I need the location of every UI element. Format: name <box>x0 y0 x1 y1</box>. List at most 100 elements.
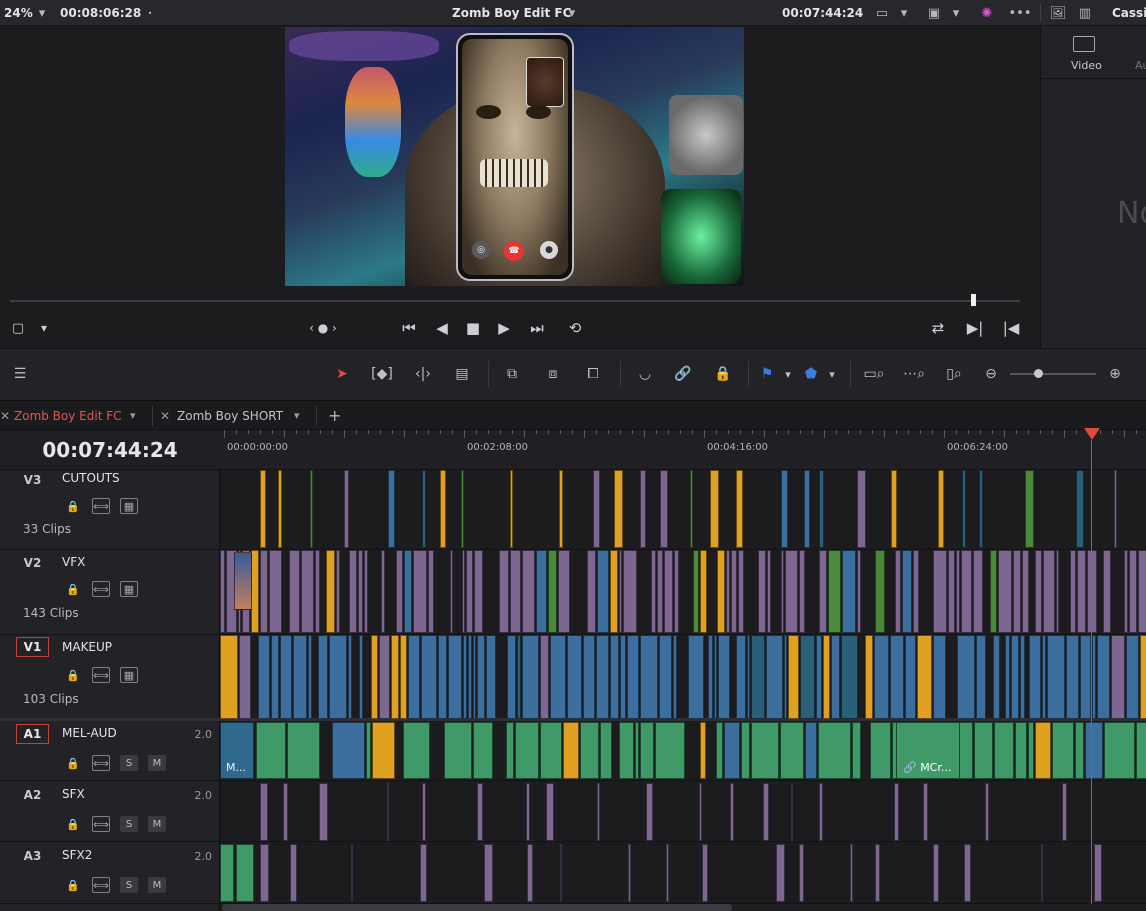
timeline-clip[interactable] <box>1087 550 1097 633</box>
timeline-clip[interactable] <box>379 635 390 719</box>
timeline-clip[interactable] <box>831 635 840 719</box>
inspector-panel-icon[interactable]: ▥ <box>1074 3 1096 23</box>
timeline-clip[interactable] <box>448 635 462 719</box>
timeline-clip[interactable] <box>979 470 983 548</box>
timeline-clip[interactable] <box>548 550 557 633</box>
auto-select-icon[interactable]: ⟺ <box>92 877 110 893</box>
audio-clip[interactable] <box>260 844 269 902</box>
track-id[interactable]: V2 <box>16 553 49 573</box>
timeline-clip[interactable] <box>499 550 509 633</box>
replace-clip-icon[interactable]: ⧠ <box>576 361 610 387</box>
timeline-clip[interactable] <box>664 550 673 633</box>
timeline-clip[interactable] <box>1035 550 1042 633</box>
audio-clip[interactable] <box>422 783 426 841</box>
audio-clip[interactable] <box>484 844 493 902</box>
track-header-a3[interactable]: A3 SFX2 2.0 🔒 ⟺ S M <box>0 842 220 904</box>
user-name[interactable]: Cassi <box>1112 6 1146 20</box>
track-name[interactable]: SFX <box>62 787 85 801</box>
timeline-clip[interactable] <box>804 470 810 548</box>
zoom-slider[interactable] <box>1010 373 1096 375</box>
audio-clip[interactable] <box>799 844 804 902</box>
timeline-clip[interactable] <box>536 550 547 633</box>
audio-clip[interactable] <box>780 722 804 779</box>
full-extent-zoom-icon[interactable]: ▭⌕ <box>858 361 890 387</box>
timeline-clip[interactable] <box>1066 635 1079 719</box>
timeline-clip[interactable] <box>1013 550 1021 633</box>
audio-clip[interactable] <box>619 722 634 779</box>
timeline-clip[interactable] <box>620 635 626 719</box>
mark-out-icon[interactable]: |◀ <box>1000 318 1022 338</box>
timeline-clip[interactable] <box>278 470 282 548</box>
track-id[interactable]: V3 <box>16 470 49 490</box>
timeline-clip[interactable] <box>708 635 713 719</box>
timeline-clip[interactable] <box>874 635 889 719</box>
audio-clip[interactable] <box>1075 722 1084 779</box>
timeline-clip[interactable] <box>421 635 437 719</box>
timeline-clip[interactable] <box>1092 635 1096 719</box>
auto-select-icon[interactable]: ⟺ <box>92 498 110 514</box>
auto-select-icon[interactable]: ⟺ <box>92 755 110 771</box>
timeline-clip[interactable] <box>816 635 822 719</box>
track-name[interactable]: CUTOUTS <box>62 471 120 485</box>
playhead[interactable] <box>1091 440 1092 904</box>
timeline-clip[interactable] <box>640 470 646 548</box>
timeline-clip[interactable] <box>359 635 363 719</box>
audio-clip[interactable] <box>923 783 928 841</box>
audio-clip[interactable] <box>506 722 514 779</box>
snapping-icon[interactable]: ◡ <box>632 361 658 387</box>
play-icon[interactable]: ▶ <box>494 318 514 338</box>
match-frame-icon[interactable]: ⇄ <box>926 318 950 338</box>
audio-clip[interactable] <box>776 844 785 902</box>
timeline-clip[interactable] <box>693 550 699 633</box>
auto-select-icon[interactable]: ⟺ <box>92 581 110 597</box>
timeline-clip[interactable] <box>364 550 368 633</box>
timeline-clip[interactable] <box>841 635 858 719</box>
add-tab-icon[interactable]: + <box>328 401 344 430</box>
timeline-clip[interactable] <box>461 470 464 548</box>
timeline-clip[interactable] <box>913 550 919 633</box>
timeline-clip[interactable] <box>688 635 704 719</box>
timeline-clip[interactable] <box>674 550 679 633</box>
timeline-clip[interactable] <box>466 550 473 633</box>
audio-clip[interactable] <box>477 783 483 841</box>
timeline-clip[interactable] <box>891 470 897 548</box>
timeline-dropdown-icon[interactable]: ▾ <box>564 3 580 23</box>
timeline-scrollbar[interactable] <box>222 904 732 911</box>
track-name[interactable]: MAKEUP <box>62 640 112 654</box>
timeline-clip[interactable] <box>1005 635 1010 719</box>
tab-zomb-boy-short[interactable]: Zomb Boy SHORT <box>177 401 283 430</box>
track-header-a1[interactable]: A1 MEL-AUD 2.0 🔒 ⟺ S M <box>0 722 220 781</box>
timeline-clip[interactable] <box>1070 550 1076 633</box>
audio-clip[interactable] <box>1085 722 1103 779</box>
timeline-clip[interactable] <box>962 470 966 548</box>
timeline-clip[interactable] <box>477 635 485 719</box>
timeline-clip[interactable] <box>902 550 912 633</box>
timeline-clip[interactable] <box>1126 635 1139 719</box>
lock-icon[interactable]: 🔒 <box>66 581 80 597</box>
zoom-out-icon[interactable]: ⊖ <box>982 361 1000 387</box>
track-id[interactable]: A2 <box>16 785 49 805</box>
audio-clip[interactable] <box>600 722 612 779</box>
timeline-clip[interactable] <box>819 470 824 548</box>
timeline-clip[interactable] <box>673 635 677 719</box>
timeline-clip[interactable] <box>857 470 866 548</box>
timeline-clip[interactable] <box>315 550 320 633</box>
timeline-clip[interactable] <box>422 470 426 548</box>
timeline-clip[interactable] <box>559 470 563 548</box>
track-id[interactable]: V1 <box>16 637 49 657</box>
audio-clip[interactable] <box>580 722 599 779</box>
audio-clip[interactable] <box>699 783 702 841</box>
track-id[interactable]: A3 <box>16 846 49 866</box>
timeline-clip[interactable] <box>450 550 453 633</box>
track-lane-a2[interactable] <box>220 781 1146 842</box>
audio-clip[interactable] <box>220 844 234 902</box>
playhead-handle[interactable] <box>1084 428 1100 440</box>
audio-clip[interactable] <box>655 722 685 779</box>
timeline-clip[interactable] <box>657 550 663 633</box>
custom-zoom-icon[interactable]: ▯⌕ <box>938 361 970 387</box>
timeline-clip[interactable] <box>998 550 1012 633</box>
mute-button[interactable]: M <box>148 877 166 893</box>
timeline-clip[interactable] <box>784 635 787 719</box>
timeline-clip[interactable] <box>239 635 251 719</box>
timeline-ruler[interactable]: 00:00:00:00 00:02:08:00 00:04:16:00 00:0… <box>220 430 1146 470</box>
